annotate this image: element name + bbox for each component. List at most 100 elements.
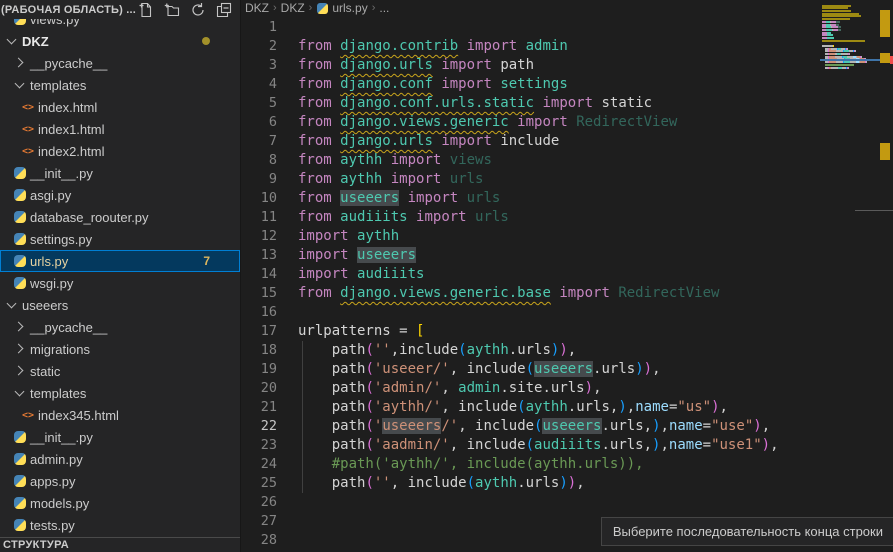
outline-section-header[interactable]: СТРУКТУРА	[0, 537, 240, 552]
code-line[interactable]: 16	[241, 303, 823, 322]
tree-item-wsgi-py[interactable]: wsgi.py	[0, 272, 240, 294]
breadcrumb-item-dkz[interactable]: DKZ	[281, 1, 305, 15]
tree-item-static[interactable]: static	[0, 360, 240, 382]
collapse-all-button[interactable]	[216, 2, 232, 18]
code-line[interactable]: 21 path('aythh/', include(aythh.urls,),n…	[241, 398, 823, 417]
breadcrumb-item-urls-py[interactable]: urls.py	[332, 1, 367, 15]
tree-item-label: index.html	[38, 100, 97, 115]
line-number: 26	[241, 493, 277, 512]
breadcrumb-item-dkz[interactable]: DKZ	[245, 1, 269, 15]
code-area[interactable]: 12 from django.contrib import admin3from …	[241, 16, 823, 552]
code-line[interactable]: 2 from django.contrib import admin	[241, 37, 823, 56]
code-line[interactable]: 8from aythh import views	[241, 151, 823, 170]
tree-item-migrations[interactable]: migrations	[0, 338, 240, 360]
minimap-token	[836, 21, 840, 23]
tree-item-database-roouter-py[interactable]: database_roouter.py	[0, 206, 240, 228]
token: .urls	[509, 342, 551, 358]
token: from	[298, 285, 340, 301]
line-number: 12	[241, 227, 277, 246]
tree-item-tests-py[interactable]: tests.py	[0, 514, 240, 536]
code-line[interactable]: 11from audiiits import urls	[241, 208, 823, 227]
code-line[interactable]: 5from django.conf.urls.static import sta…	[241, 94, 823, 113]
code-line[interactable]: 22 path('useeers/', include(useeers.urls…	[241, 417, 823, 436]
code-line[interactable]: 23 path('aadmin/', include(audiiits.urls…	[241, 436, 823, 455]
tree-item-label: __pycache__	[30, 56, 107, 71]
token: import	[391, 152, 450, 168]
chevron-right-icon[interactable]	[12, 55, 28, 71]
code-line[interactable]: 17urlpatterns = [	[241, 322, 823, 341]
code-line[interactable]: 3from django.urls import path	[241, 56, 823, 75]
code-line[interactable]: 25 path('', include(aythh.urls)),	[241, 474, 823, 493]
token: path	[298, 342, 365, 358]
tree-item-admin-py[interactable]: admin.py	[0, 448, 240, 470]
tree-item-models-py[interactable]: models.py	[0, 492, 240, 514]
code-line[interactable]: 15from django.views.generic.base import …	[241, 284, 823, 303]
token: (	[365, 399, 373, 415]
line-content: from django.contrib import admin	[298, 37, 568, 56]
token: aythh	[475, 475, 517, 491]
code-line[interactable]: 10from useeers import urls	[241, 189, 823, 208]
code-line[interactable]: 13import useeers	[241, 246, 823, 265]
code-line[interactable]: 7from django.urls import include	[241, 132, 823, 151]
token: audiiits	[357, 266, 424, 282]
tree-item-settings-py[interactable]: settings.py	[0, 228, 240, 250]
tree-item-label: __pycache__	[30, 320, 107, 335]
chevron-right-icon[interactable]	[12, 319, 28, 335]
tree-item-index345-html[interactable]: <>index345.html	[0, 404, 240, 426]
token: ,	[576, 475, 584, 491]
line-number: 2	[241, 37, 277, 56]
chevron-down-icon[interactable]	[4, 33, 20, 49]
tree-item--init-py[interactable]: __init__.py	[0, 162, 240, 184]
chevron-right-icon[interactable]	[12, 341, 28, 357]
breadcrumb-item--[interactable]: ...	[379, 1, 389, 15]
tree-item-templates[interactable]: templates	[0, 74, 240, 96]
code-line[interactable]: 6from django.views.generic import Redire…	[241, 113, 823, 132]
new-folder-button[interactable]	[164, 2, 180, 18]
tree-item--init-py[interactable]: __init__.py	[0, 426, 240, 448]
tree-item-templates[interactable]: templates	[0, 382, 240, 404]
token: from	[298, 152, 340, 168]
line-number: 25	[241, 474, 277, 493]
code-line[interactable]: 12import aythh	[241, 227, 823, 246]
code-line[interactable]: 24 #path('aythh/', include(aythh.urls)),	[241, 455, 823, 474]
token: (	[467, 475, 475, 491]
tree-item-apps-py[interactable]: apps.py	[0, 470, 240, 492]
new-file-button[interactable]	[138, 2, 154, 18]
code-line[interactable]: 14import audiiits	[241, 265, 823, 284]
minimap-token	[829, 50, 836, 52]
token: 'aadmin/'	[374, 437, 450, 453]
chevron-down-icon[interactable]	[12, 385, 28, 401]
tree-item-index1-html[interactable]: <>index1.html	[0, 118, 240, 140]
minimap-warning-bar	[822, 13, 859, 15]
refresh-button[interactable]	[190, 2, 206, 18]
python-icon	[12, 253, 28, 269]
line-content: #path('aythh/', include(aythh.urls)),	[298, 455, 644, 474]
code-line[interactable]: 20 path('admin/', admin.site.urls),	[241, 379, 823, 398]
token: ,	[720, 399, 728, 415]
tree-item-label: index345.html	[38, 408, 119, 423]
token: (	[365, 361, 373, 377]
tree-item--pycache-[interactable]: __pycache__	[0, 316, 240, 338]
chevron-down-icon[interactable]	[4, 297, 20, 313]
tree-item-useeers[interactable]: useeers	[0, 294, 240, 316]
html-icon: <>	[20, 146, 36, 157]
chevron-down-icon[interactable]	[12, 77, 28, 93]
tree-item-asgi-py[interactable]: asgi.py	[0, 184, 240, 206]
code-line[interactable]: 18 path('',include(aythh.urls)),	[241, 341, 823, 360]
tree-item-index2-html[interactable]: <>index2.html	[0, 140, 240, 162]
tree-item-dkz[interactable]: DKZ	[0, 30, 240, 52]
tree-item--pycache-[interactable]: __pycache__	[0, 52, 240, 74]
code-line[interactable]: 9from aythh import urls	[241, 170, 823, 189]
code-line[interactable]: 1	[241, 18, 823, 37]
code-line[interactable]: 19 path('useeer/', include(useeers.urls)…	[241, 360, 823, 379]
code-line[interactable]: 4from django.conf import settings	[241, 75, 823, 94]
tree-item-label: settings.py	[30, 232, 92, 247]
token: import	[416, 209, 475, 225]
tree-item-urls-py[interactable]: urls.py7	[0, 250, 240, 272]
chevron-right-icon[interactable]	[12, 363, 28, 379]
tree-item-index-html[interactable]: <>index.html	[0, 96, 240, 118]
code-line[interactable]: 26	[241, 493, 823, 512]
minimap[interactable]	[822, 2, 878, 77]
line-content: path('', include(aythh.urls)),	[298, 474, 585, 493]
explorer-section-header[interactable]: (РАБОЧАЯ ОБЛАСТЬ) ...	[0, 0, 240, 19]
